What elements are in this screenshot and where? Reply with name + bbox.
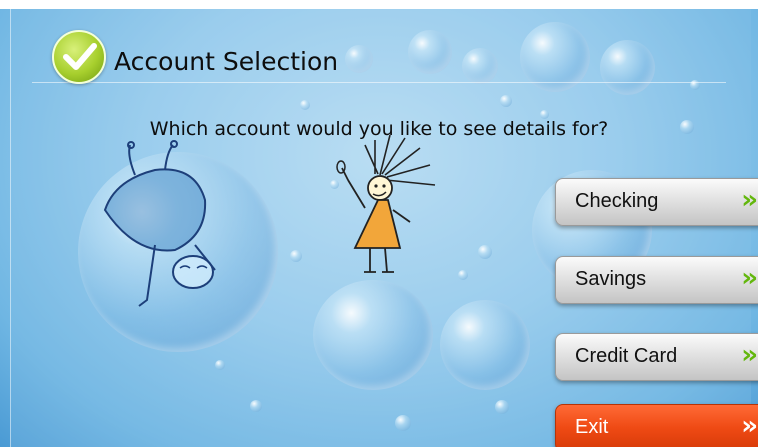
water-drop	[215, 360, 225, 370]
checking-button[interactable]: Checking »	[555, 178, 758, 226]
atm-screen: Account Selection Which account would yo…	[0, 0, 758, 447]
doodle-creature-illustration	[103, 140, 216, 307]
checkmark-icon	[52, 30, 106, 84]
exit-button[interactable]: Exit »	[555, 404, 758, 447]
bubble-center	[313, 280, 433, 390]
bubble-right-mid	[440, 300, 530, 390]
water-drop	[495, 400, 509, 414]
water-drop	[458, 270, 468, 280]
double-chevron-right-icon: »	[741, 263, 758, 293]
double-chevron-right-icon: »	[741, 411, 758, 441]
double-chevron-right-icon: »	[741, 340, 758, 370]
prompt-text: Which account would you like to see deta…	[149, 118, 609, 140]
title-bar: Account Selection	[32, 30, 726, 84]
water-drop	[300, 100, 310, 110]
top-strip	[0, 0, 758, 9]
water-drop	[478, 245, 492, 259]
savings-button[interactable]: Savings »	[555, 256, 758, 304]
button-label: Checking	[575, 190, 659, 212]
water-drop	[500, 95, 512, 107]
water-drop	[290, 250, 302, 262]
page-title: Account Selection	[114, 47, 339, 76]
checkmark-icon-glyph	[63, 43, 97, 70]
credit-card-button[interactable]: Credit Card »	[555, 333, 758, 381]
button-label: Savings	[575, 268, 647, 290]
button-label: Exit	[575, 416, 609, 438]
button-label: Credit Card	[575, 345, 678, 367]
water-drop	[250, 400, 262, 412]
double-chevron-right-icon: »	[741, 185, 758, 215]
doodle-girl-illustration	[336, 134, 436, 273]
water-drop	[395, 415, 411, 431]
